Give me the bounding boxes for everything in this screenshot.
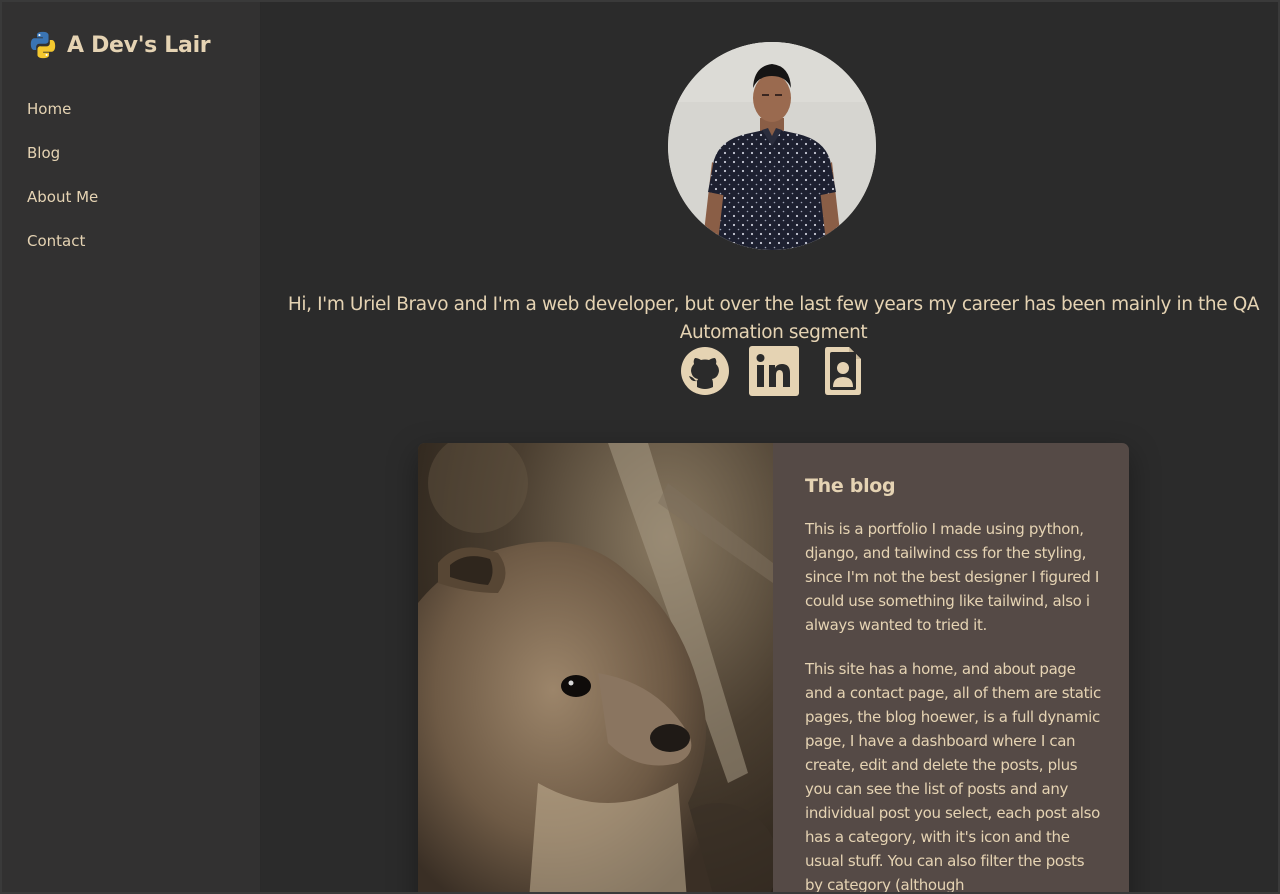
python-logo-icon (30, 31, 56, 59)
avatar-photo (668, 42, 876, 250)
intro-text: Hi, I'm Uriel Bravo and I'm a web develo… (287, 293, 1260, 343)
nav-item-blog[interactable]: Blog (27, 142, 98, 186)
brand[interactable]: A Dev's Lair (28, 30, 211, 60)
social-links (680, 346, 862, 396)
blog-card-body: The blog This is a portfolio I made usin… (773, 443, 1129, 894)
nav-item-about-me[interactable]: About Me (27, 186, 98, 230)
avatar (668, 42, 876, 250)
blog-card-paragraph: This site has a home, and about page and… (805, 660, 1101, 894)
linkedin-icon[interactable] (749, 346, 799, 396)
nav-item-contact[interactable]: Contact (27, 230, 98, 274)
sidebar-nav: Home Blog About Me Contact (27, 98, 98, 274)
sidebar: A Dev's Lair Home Blog About Me Contact (2, 2, 261, 892)
nav-item-home[interactable]: Home (27, 98, 98, 142)
github-icon[interactable] (680, 346, 730, 396)
blog-card: The blog This is a portfolio I made usin… (418, 443, 1129, 894)
main-content: Hi, I'm Uriel Bravo and I'm a web develo… (261, 2, 1278, 894)
brand-title: A Dev's Lair (67, 32, 211, 58)
blog-card-paragraph: This is a portfolio I made using python,… (805, 520, 1099, 634)
resume-icon[interactable] (824, 346, 862, 396)
quokka-image (418, 443, 778, 892)
page: A Dev's Lair Home Blog About Me Contact (0, 0, 1280, 894)
blog-card-title: The blog (805, 475, 896, 497)
